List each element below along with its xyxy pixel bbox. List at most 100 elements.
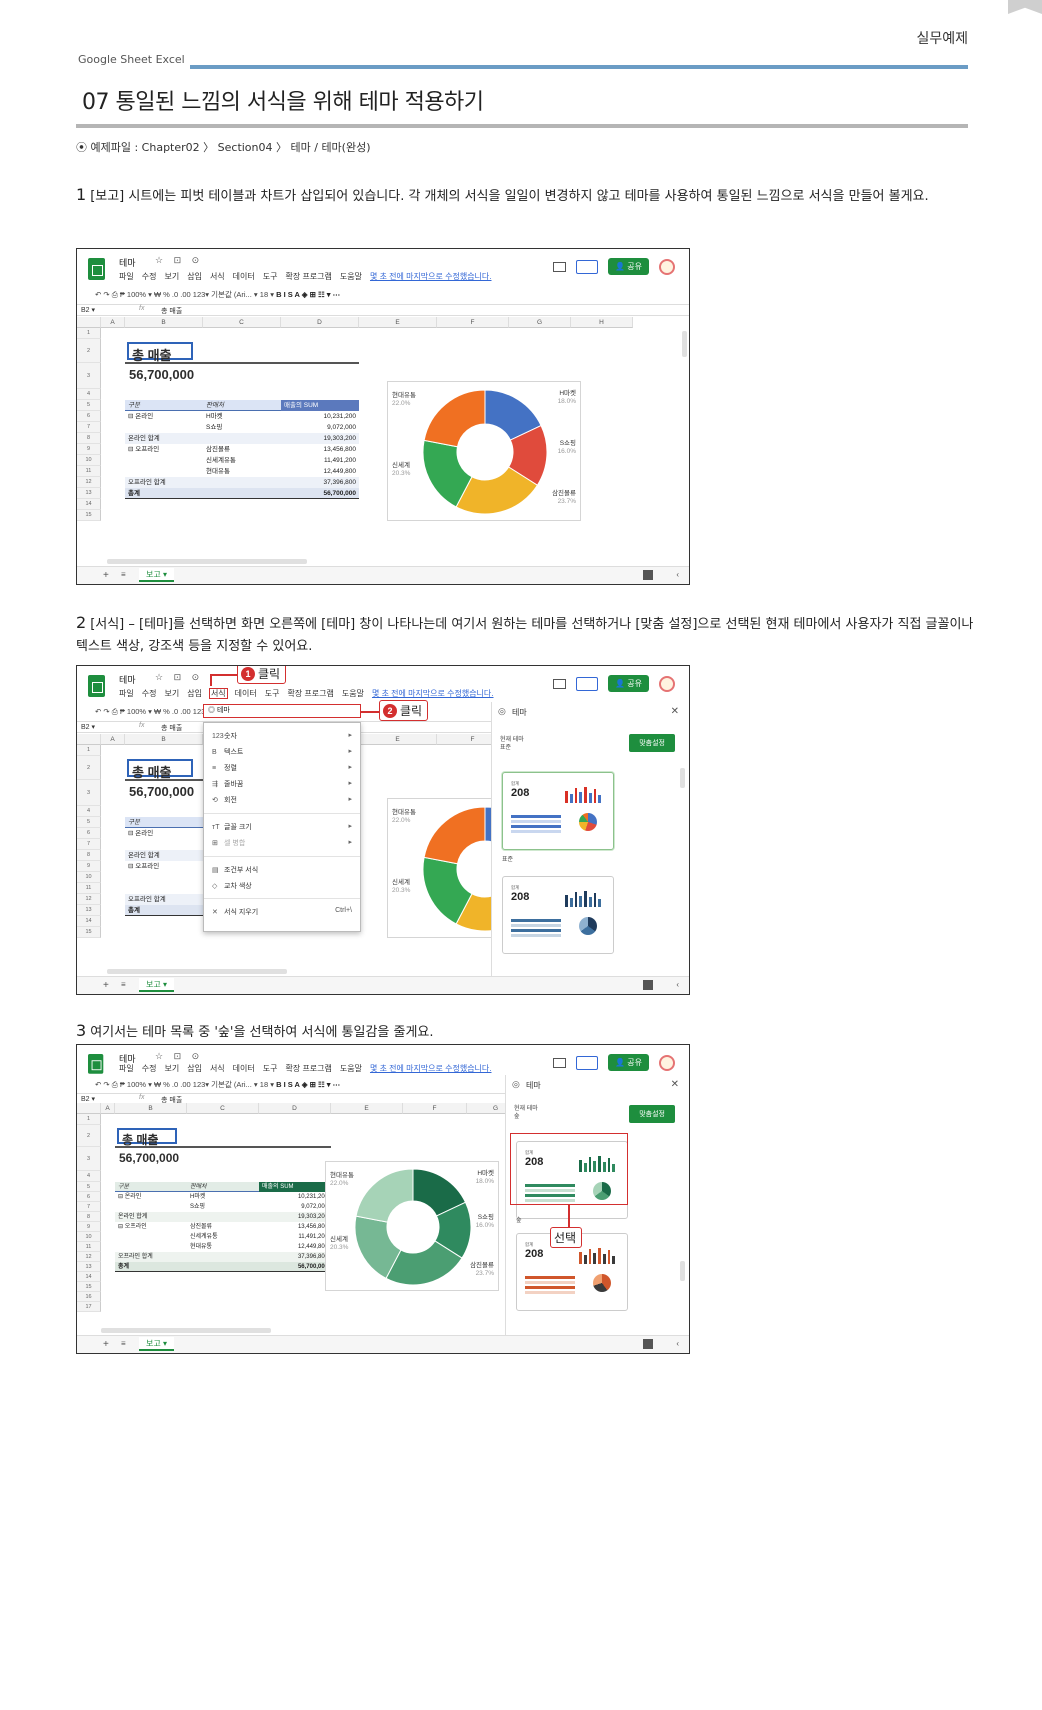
pivot-cell-group[interactable]: 온라인 합계 xyxy=(118,1212,147,1222)
column-header-E[interactable]: E xyxy=(331,1103,403,1114)
share-button[interactable]: 👤 공유 xyxy=(608,258,649,275)
horizontal-scrollbar[interactable] xyxy=(107,969,287,974)
row-header-4[interactable]: 4 xyxy=(77,389,101,400)
menu-4[interactable]: 서식 xyxy=(210,272,225,281)
horizontal-scrollbar[interactable] xyxy=(107,559,307,564)
toolbar-text-style[interactable]: B I S A ◈ ⊞ ☷ ▾ ⋯ xyxy=(276,1080,340,1089)
row-header-4[interactable]: 4 xyxy=(77,806,101,817)
format-menu-item-3[interactable]: ⇶ 줄바꿈 ▸ xyxy=(212,779,352,791)
pivot-cell-group[interactable]: 온라인 합계 xyxy=(128,433,160,444)
column-header-C[interactable]: C xyxy=(187,1103,259,1114)
row-header-6[interactable]: 6 xyxy=(77,411,101,422)
row-header-6[interactable]: 6 xyxy=(77,828,101,839)
menu-8[interactable]: 도움말 xyxy=(340,272,362,281)
pivot-cell-group[interactable]: ⊟ 오프라인 xyxy=(128,444,159,455)
pivot-cell-sum[interactable]: 9,072,000 xyxy=(281,422,356,433)
pivot-cell-sum[interactable]: 37,396,800 xyxy=(259,1252,328,1262)
pivot-cell-seller[interactable]: 신세계유통 xyxy=(206,455,236,466)
menu-0[interactable]: 파일 xyxy=(119,272,134,281)
toolbar-text-style[interactable]: B I S A ◈ ⊞ ☷ ▾ ⋯ xyxy=(276,290,340,299)
formula-value[interactable]: 총 매출 xyxy=(161,723,182,733)
row-header-10[interactable]: 10 xyxy=(77,872,101,883)
pivot-cell-group[interactable]: 오프라인 합계 xyxy=(128,894,166,905)
star-move-cloud-icons[interactable]: ☆ ⊡ ⊙ xyxy=(155,1051,203,1062)
row-header-5[interactable]: 5 xyxy=(77,1182,101,1192)
all-sheets-button[interactable]: ≡ xyxy=(121,570,126,579)
pivot-cell-sum[interactable]: 37,396,800 xyxy=(281,477,356,488)
row-header-12[interactable]: 12 xyxy=(77,1252,101,1262)
pivot-header-0[interactable]: 구분 xyxy=(118,1182,129,1192)
toolbar-formatting[interactable]: ↶ ↷ ⎙ ₱ 100% ▾ ₩ % .0 .00 123▾ 기본값 (Ari.… xyxy=(95,290,276,299)
side-panel-toggle-icon[interactable]: ‹ xyxy=(676,1339,679,1348)
menu-2[interactable]: 보기 xyxy=(164,689,179,698)
row-header-8[interactable]: 8 xyxy=(77,1212,101,1222)
column-header-D[interactable]: D xyxy=(281,317,359,328)
explore-icon[interactable] xyxy=(643,1339,653,1349)
explore-icon[interactable] xyxy=(643,980,653,990)
menu-1[interactable]: 수정 xyxy=(142,689,157,698)
row-header-14[interactable]: 14 xyxy=(77,499,101,510)
spreadsheet-grid[interactable]: ABCDEFGH123456789101112131415총 매출56,700,… xyxy=(77,317,689,567)
sheets-logo-icon[interactable] xyxy=(88,1054,104,1074)
menu-1[interactable]: 수정 xyxy=(142,1064,157,1073)
column-header-H[interactable]: H xyxy=(571,317,633,328)
pivot-cell-sum[interactable]: 13,456,800 xyxy=(259,1222,328,1232)
theme-card-2[interactable]: 합계 208 xyxy=(502,876,614,954)
pivot-cell-sum[interactable]: 10,231,200 xyxy=(281,411,356,422)
row-header-16[interactable]: 16 xyxy=(77,1292,101,1302)
pie-slice-현대유통[interactable] xyxy=(355,1168,414,1223)
pivot-cell-group[interactable]: ⊟ 오프라인 xyxy=(118,1222,147,1232)
pivot-cell-group[interactable]: 온라인 합계 xyxy=(128,850,160,861)
menu-0[interactable]: 파일 xyxy=(119,1064,134,1073)
comment-icon[interactable] xyxy=(553,678,567,689)
column-header-A[interactable]: A xyxy=(101,317,125,328)
pie-chart[interactable]: 현대유통 22.0% H마켓 18.0% S쇼핑 16.0% 신세계 20.3% 삼진몰류 23.… xyxy=(387,381,581,521)
doc-title[interactable]: 테마 xyxy=(119,673,136,686)
row-header-11[interactable]: 11 xyxy=(77,466,101,477)
vertical-scrollbar[interactable] xyxy=(682,331,687,357)
avatar[interactable] xyxy=(659,675,675,692)
total-sales-label[interactable]: 총 매출 xyxy=(127,759,193,780)
menu-8[interactable]: 도움말 xyxy=(342,689,364,698)
pivot-cell-group[interactable]: ⊟ 오프라인 xyxy=(128,861,159,872)
pivot-cell-seller[interactable]: 현대유통 xyxy=(190,1242,212,1252)
total-sales-label[interactable]: 총 매출 xyxy=(127,342,193,363)
menu-1[interactable]: 수정 xyxy=(142,272,157,281)
row-header-15[interactable]: 15 xyxy=(77,927,101,938)
pivot-cell-group[interactable]: 총계 xyxy=(118,1262,129,1272)
add-sheet-button[interactable]: + xyxy=(103,1339,109,1350)
meet-icon[interactable] xyxy=(576,259,599,274)
last-edit-link[interactable]: 몇 초 전에 마지막으로 수정했습니다. xyxy=(370,272,492,281)
row-header-3[interactable]: 3 xyxy=(77,1147,101,1171)
pivot-cell-sum[interactable]: 12,449,800 xyxy=(259,1242,328,1252)
format-menu-item-5[interactable]: тT 글꼴 크기 ▸ xyxy=(212,822,352,834)
pivot-cell-sum[interactable]: 9,072,000 xyxy=(259,1202,328,1212)
customize-button[interactable]: 맞춤설정 xyxy=(629,1105,675,1123)
row-header-11[interactable]: 11 xyxy=(77,883,101,894)
row-header-5[interactable]: 5 xyxy=(77,817,101,828)
sheet-tab-report[interactable]: 보고 ▾ xyxy=(139,568,174,582)
avatar[interactable] xyxy=(659,258,675,275)
column-header-B[interactable]: B xyxy=(125,317,203,328)
pivot-cell-sum[interactable]: 11,491,200 xyxy=(281,455,356,466)
row-header-12[interactable]: 12 xyxy=(77,477,101,488)
menu-7[interactable]: 확장 프로그램 xyxy=(286,272,332,281)
row-header-13[interactable]: 13 xyxy=(77,488,101,499)
pivot-cell-group[interactable]: ⊟ 온라인 xyxy=(118,1192,141,1202)
row-header-1[interactable]: 1 xyxy=(77,745,101,756)
row-header-13[interactable]: 13 xyxy=(77,1262,101,1272)
row-header-6[interactable]: 6 xyxy=(77,1192,101,1202)
meet-icon[interactable] xyxy=(576,1055,599,1070)
pivot-cell-group[interactable]: 오프라인 합계 xyxy=(128,477,166,488)
last-edit-link[interactable]: 몇 초 전에 마지막으로 수정했습니다. xyxy=(370,1064,492,1073)
toolbar-formatting[interactable]: ↶ ↷ ⎙ ₱ 100% ▾ ₩ % .0 .00 123▾ 기본값 (Ari.… xyxy=(95,1080,276,1089)
row-header-1[interactable]: 1 xyxy=(77,1114,101,1125)
pivot-header-1[interactable]: 판매처 xyxy=(190,1182,207,1192)
menu-4[interactable]: 서식 xyxy=(210,1064,225,1073)
sheet-tab-report[interactable]: 보고 ▾ xyxy=(139,978,174,992)
total-sales-label[interactable]: 총 매출 xyxy=(117,1128,177,1147)
pivot-header-2[interactable]: 매출의 SUM xyxy=(262,1182,294,1192)
theme-card-standard[interactable]: 합계 208 xyxy=(502,772,614,850)
pivot-cell-seller[interactable]: H마켓 xyxy=(206,411,223,422)
pivot-cell-seller[interactable]: 현대유통 xyxy=(206,466,230,477)
